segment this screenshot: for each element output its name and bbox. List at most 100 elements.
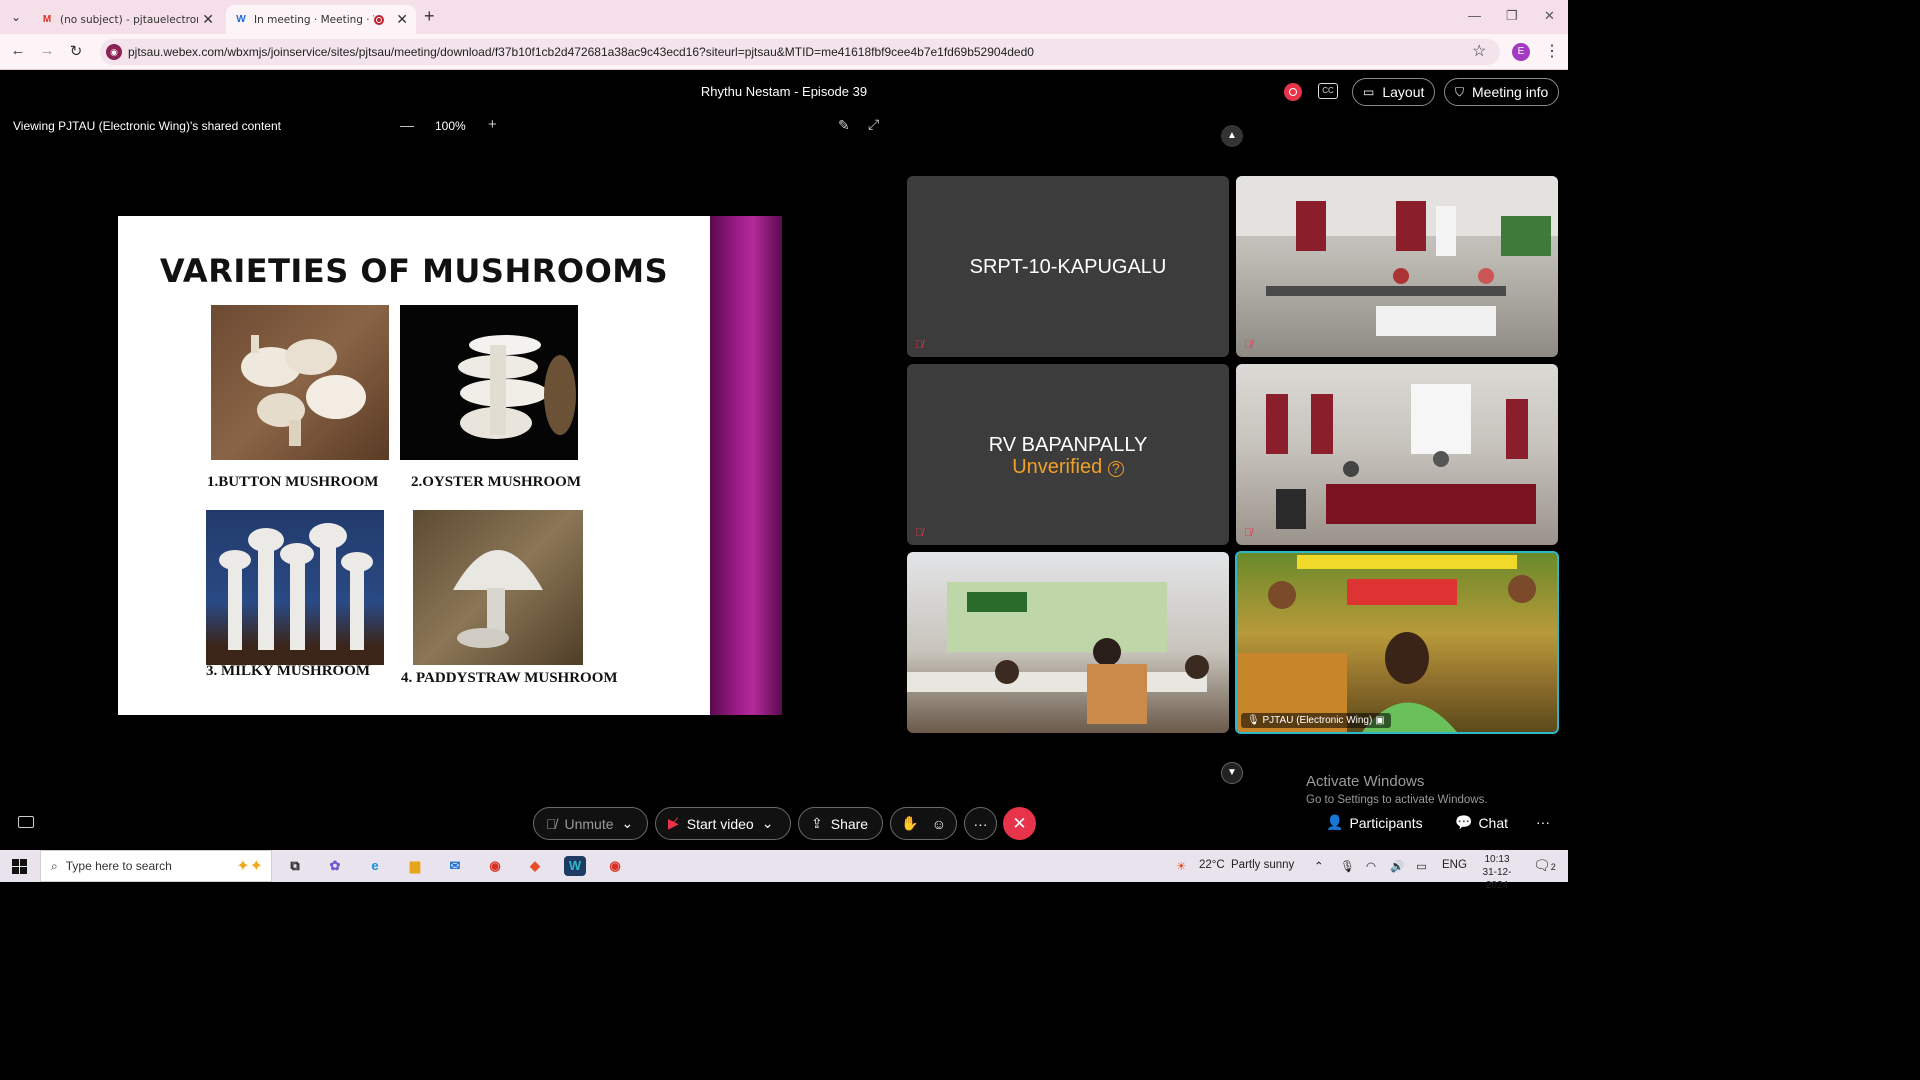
start-button-icon[interactable] bbox=[12, 859, 27, 874]
notifications-icon[interactable]: 🗨2 bbox=[1533, 857, 1556, 874]
browser-tab-bar: ⌄ M (no subject) - pjtauelectronicwi ✕ W… bbox=[0, 0, 1568, 34]
url-input[interactable]: ◉ pjtsau.webex.com/wbxmjs/joinservice/si… bbox=[100, 39, 1500, 65]
tab-title: In meeting · Meeting · Webe bbox=[254, 13, 374, 26]
muted-mic-icon: 🎙̸ bbox=[1244, 339, 1253, 351]
panel-more-icon[interactable]: ··· bbox=[1536, 814, 1550, 830]
mic-on-icon: 🎙 bbox=[1247, 715, 1260, 726]
zoom-in-icon[interactable]: + bbox=[488, 116, 497, 133]
mail-icon[interactable]: ✉ bbox=[444, 856, 466, 876]
restore-icon[interactable]: ❐ bbox=[1506, 8, 1518, 24]
video-tile-classroom-1[interactable]: 🎙̸ bbox=[1236, 176, 1558, 357]
battery-icon[interactable]: ▭ bbox=[1416, 859, 1427, 873]
copilot-icon[interactable]: ✿ bbox=[324, 856, 346, 876]
reload-icon[interactable]: ↻ bbox=[66, 42, 86, 60]
clock-date: 31-12-2024 bbox=[1482, 867, 1512, 891]
task-view-icon[interactable]: ⧉ bbox=[284, 856, 306, 876]
show-hidden-icons-chevron-icon[interactable]: ⌃ bbox=[1314, 859, 1324, 873]
more-options-button[interactable]: ··· bbox=[964, 807, 997, 840]
tab-title: (no subject) - pjtauelectronicwi bbox=[60, 13, 198, 26]
sharing-status: Viewing PJTAU (Electronic Wing)'s shared… bbox=[13, 119, 281, 133]
chevron-down-icon[interactable]: ⌄ bbox=[622, 815, 634, 832]
shared-content: VARIETIES OF MUSHROOMS 1.BUTTON MUSHROOM… bbox=[7, 216, 893, 715]
chrome-icon[interactable]: ◉ bbox=[484, 856, 506, 876]
video-tile-pjtau-electronic-wing[interactable]: 🎙 PJTAU (Electronic Wing) ▣ bbox=[1235, 551, 1559, 734]
meeting-window: Rhythu Nestam - Episode 39 CC ▭ Layout ⛉… bbox=[0, 70, 1568, 850]
shield-icon: ⛉ bbox=[1455, 84, 1465, 99]
raise-hand-icon[interactable]: ✋ bbox=[901, 815, 918, 832]
tab-gmail[interactable]: M (no subject) - pjtauelectronicwi ✕ bbox=[32, 5, 222, 34]
language-indicator[interactable]: ENG bbox=[1442, 859, 1467, 871]
tab-webex[interactable]: W In meeting · Meeting · Webe ✕ bbox=[226, 5, 416, 34]
muted-mic-icon: 🎙̸ bbox=[915, 339, 924, 351]
sharing-icon: ▣ bbox=[1375, 715, 1385, 726]
scroll-down-chevron-icon[interactable]: ▼ bbox=[1221, 762, 1243, 784]
close-window-icon[interactable]: ✕ bbox=[1544, 8, 1555, 24]
slide-title: VARIETIES OF MUSHROOMS bbox=[159, 252, 669, 290]
new-tab-button[interactable]: + bbox=[424, 6, 435, 27]
share-button[interactable]: ⇪ Share bbox=[798, 807, 883, 840]
zoom-out-icon[interactable]: — bbox=[400, 117, 414, 133]
weather-temp: 22°C bbox=[1199, 859, 1225, 871]
clock-time: 10:13 bbox=[1484, 854, 1510, 865]
video-tile-srpt-10-kapugalu[interactable]: SRPT-10-KAPUGALU 🎙̸ bbox=[907, 176, 1229, 357]
file-explorer-icon[interactable]: ▆ bbox=[404, 856, 426, 876]
share-label: Share bbox=[830, 815, 869, 832]
video-tile-rv-bapanpally[interactable]: RV BAPANPALLY Unverified ? 🎙̸ bbox=[907, 364, 1229, 545]
wifi-icon[interactable]: ◠ bbox=[1366, 859, 1376, 873]
profile-avatar[interactable]: E bbox=[1512, 43, 1530, 61]
captions-icon[interactable] bbox=[18, 816, 34, 828]
search-icon: ⌕ bbox=[51, 858, 58, 873]
site-info-icon[interactable]: ◉ bbox=[106, 44, 122, 60]
edge-icon[interactable]: e bbox=[364, 856, 386, 876]
video-tile-studio[interactable] bbox=[907, 552, 1229, 733]
taskbar-search-input[interactable]: ⌕ Type here to search ✦✦ bbox=[40, 850, 272, 882]
unverified-badge[interactable]: Unverified ? bbox=[907, 456, 1229, 479]
zoom-level: 100% bbox=[435, 119, 466, 133]
end-call-button[interactable]: ✕ bbox=[1003, 807, 1036, 840]
help-icon: ? bbox=[1107, 461, 1124, 477]
recording-icon[interactable] bbox=[1284, 83, 1302, 101]
fullscreen-icon[interactable]: ⤢ bbox=[868, 116, 879, 133]
video-tile-classroom-2[interactable]: 🎙̸ bbox=[1236, 364, 1558, 545]
chat-button[interactable]: 💬 Chat bbox=[1455, 814, 1508, 831]
closed-captions-icon[interactable]: CC bbox=[1318, 83, 1338, 99]
close-tab-icon[interactable]: ✕ bbox=[396, 11, 408, 28]
back-icon[interactable]: ← bbox=[8, 42, 28, 59]
close-tab-icon[interactable]: ✕ bbox=[202, 11, 214, 28]
volume-icon[interactable]: 🔊 bbox=[1390, 859, 1404, 873]
start-video-button[interactable]: ▶̸ Start video ⌄ bbox=[655, 807, 791, 840]
classroom-video-feed bbox=[1266, 384, 1536, 529]
brave-icon[interactable]: ◆ bbox=[524, 856, 546, 876]
meeting-info-button[interactable]: ⛉ Meeting info bbox=[1444, 78, 1560, 106]
meeting-info-label: Meeting info bbox=[1472, 84, 1549, 100]
scroll-up-chevron-icon[interactable]: ▲ bbox=[1221, 125, 1243, 147]
clock[interactable]: 10:13 31-12-2024 bbox=[1472, 853, 1522, 892]
caption-button-mushroom: 1.BUTTON MUSHROOM bbox=[207, 474, 379, 490]
reactions-icon[interactable]: ☺ bbox=[932, 816, 946, 832]
unmute-button[interactable]: 🎙̸ Unmute ⌄ bbox=[533, 807, 648, 840]
participants-button[interactable]: 👤 Participants bbox=[1326, 814, 1423, 831]
video-off-icon: ▶̸ bbox=[668, 815, 679, 831]
chat-icon: 💬 bbox=[1455, 814, 1473, 830]
active-speaker-label: 🎙 PJTAU (Electronic Wing) ▣ bbox=[1241, 713, 1391, 728]
bookmark-star-icon[interactable]: ☆ bbox=[1472, 41, 1486, 61]
more-icon: ··· bbox=[973, 815, 988, 832]
recording-indicator-icon bbox=[374, 14, 385, 25]
tab-search-chevron-icon[interactable]: ⌄ bbox=[6, 7, 26, 27]
forward-icon[interactable]: → bbox=[37, 42, 57, 59]
participant-name: PJTAU (Electronic Wing) bbox=[1262, 715, 1373, 726]
annotate-icon[interactable]: ✎ bbox=[838, 117, 850, 134]
chrome-profile-icon[interactable]: ◉ bbox=[604, 856, 626, 876]
webex-taskbar-icon[interactable]: W bbox=[564, 856, 586, 876]
browser-menu-icon[interactable]: ⋮ bbox=[1544, 41, 1560, 61]
chevron-down-icon[interactable]: ⌄ bbox=[762, 815, 774, 832]
caption-paddystraw-mushroom: 4. PADDYSTRAW MUSHROOM bbox=[401, 670, 618, 686]
oyster-mushroom-image bbox=[400, 305, 578, 460]
share-icon: ⇪ bbox=[811, 815, 823, 831]
weather-icon[interactable]: ☀ bbox=[1176, 859, 1186, 873]
studio-video-feed bbox=[907, 582, 1209, 724]
layout-button[interactable]: ▭ Layout bbox=[1352, 78, 1436, 106]
participant-name: RV BAPANPALLY bbox=[988, 434, 1148, 456]
minimize-icon[interactable]: — bbox=[1468, 8, 1481, 23]
microphone-icon[interactable]: 🎙 bbox=[1340, 859, 1355, 873]
